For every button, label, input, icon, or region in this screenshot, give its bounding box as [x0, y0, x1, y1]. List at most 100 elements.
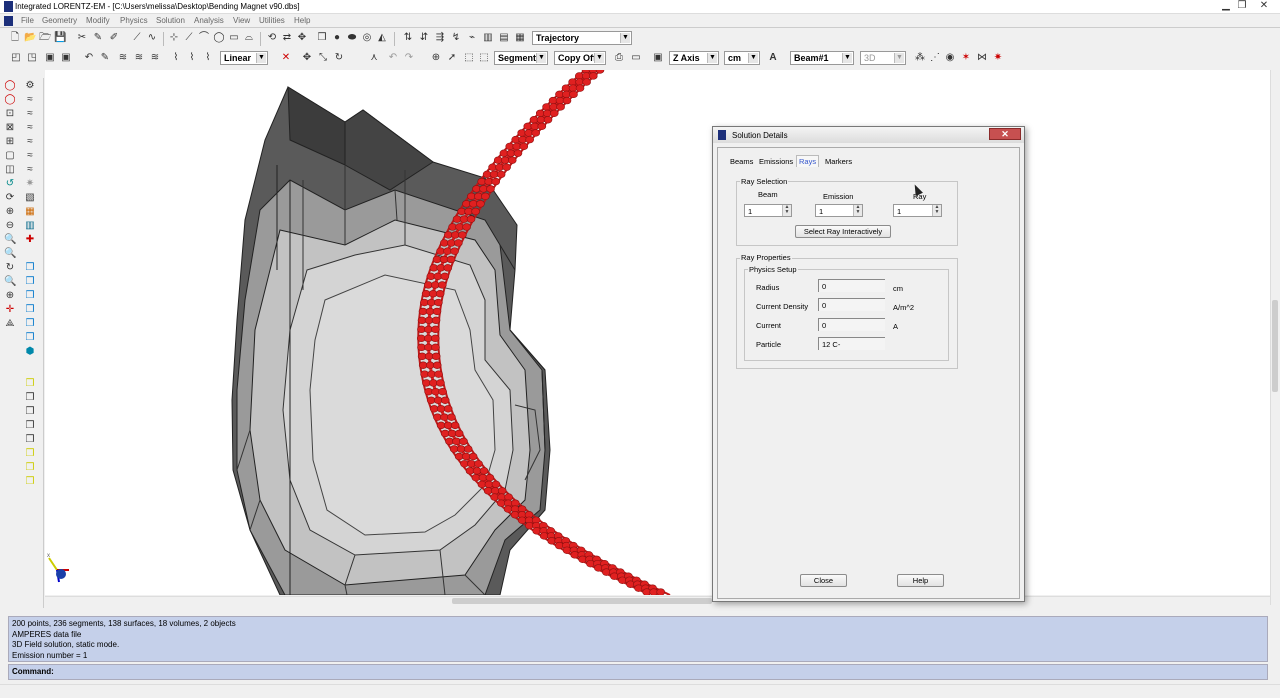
- spring-a-icon[interactable]: ≋: [117, 52, 129, 64]
- menu-view[interactable]: View: [233, 16, 250, 25]
- point-tool-icon[interactable]: ⊹: [168, 32, 180, 44]
- new-file-icon[interactable]: 🗋: [9, 32, 21, 44]
- save-icon[interactable]: 💾: [54, 32, 66, 44]
- tool-l3-icon[interactable]: ≈: [24, 108, 36, 120]
- tool-l6-icon[interactable]: ≈: [24, 150, 36, 162]
- fillet-tool-icon[interactable]: ⌓: [243, 32, 255, 44]
- rotate-3d-icon[interactable]: ⟳: [4, 192, 16, 204]
- menu-analysis[interactable]: Analysis: [194, 16, 224, 25]
- menu-solution[interactable]: Solution: [156, 16, 185, 25]
- axis-select[interactable]: Z Axis ▼: [669, 51, 719, 65]
- zoom-in-icon[interactable]: ⊕: [4, 206, 16, 218]
- menu-physics[interactable]: Physics: [120, 16, 148, 25]
- cube-l1-icon[interactable]: ❒: [24, 262, 36, 274]
- viewport-3d[interactable]: x: [45, 70, 1270, 595]
- close-icon[interactable]: ✕: [1256, 0, 1272, 12]
- tab-rays[interactable]: Rays: [796, 155, 820, 167]
- tab-markers[interactable]: Markers: [822, 155, 855, 168]
- select-region-icon[interactable]: ⬚: [463, 52, 475, 64]
- rect-tool-icon[interactable]: ▭: [228, 32, 240, 44]
- emission-stepper[interactable]: 1 ▲ ▼: [815, 204, 863, 217]
- node-icon[interactable]: ⋏: [368, 52, 380, 64]
- radius-field[interactable]: 0: [818, 279, 885, 292]
- tool-l1-icon[interactable]: ⚙: [24, 80, 36, 92]
- cube-l7-icon[interactable]: ⬢: [24, 346, 36, 358]
- stretch-icon[interactable]: ⤡: [317, 52, 329, 64]
- orbit-icon[interactable]: ↻: [4, 262, 16, 274]
- tool-l10-icon[interactable]: ▦: [24, 206, 36, 218]
- units-select[interactable]: cm ▼: [724, 51, 760, 65]
- rotate-icon[interactable]: ⟲: [266, 32, 278, 44]
- zoom-b-icon[interactable]: 🔍: [4, 248, 16, 260]
- table-icon[interactable]: ▤: [498, 32, 510, 44]
- beam-stepper[interactable]: 1 ▲ ▼: [744, 204, 792, 217]
- pencil-icon[interactable]: ✎: [92, 32, 104, 44]
- line-icon[interactable]: ⟋: [131, 32, 143, 44]
- text-icon[interactable]: A: [767, 52, 779, 64]
- calc-icon[interactable]: ▦: [514, 32, 526, 44]
- cube-l2-icon[interactable]: ❒: [24, 276, 36, 288]
- crosshair-icon[interactable]: ⊕: [4, 290, 16, 302]
- pan-icon[interactable]: ✥: [301, 52, 313, 64]
- arc-tool-icon[interactable]: ⌒: [198, 32, 210, 44]
- menu-help[interactable]: Help: [294, 16, 310, 25]
- ellipse-b-icon[interactable]: ◯: [4, 94, 16, 106]
- tool-l2-icon[interactable]: ≈: [24, 94, 36, 106]
- curve-icon[interactable]: ∿: [146, 32, 158, 44]
- shape-b-icon[interactable]: ▣: [60, 52, 72, 64]
- circle-tool-icon[interactable]: ◯: [213, 32, 225, 44]
- cube-l3-icon[interactable]: ❒: [24, 290, 36, 302]
- box-2-icon[interactable]: ❒: [24, 406, 36, 418]
- view3d-select[interactable]: 3D ▼: [860, 51, 906, 65]
- open-folder-icon[interactable]: 🗁: [39, 32, 51, 44]
- ellipse-icon[interactable]: ◯: [4, 80, 16, 92]
- box-y3-icon[interactable]: ❒: [24, 462, 36, 474]
- refresh-icon[interactable]: ↺: [4, 178, 16, 190]
- segment-select[interactable]: Segment ▼: [494, 51, 548, 65]
- particle-a-icon[interactable]: ✶: [960, 52, 972, 64]
- eye-icon[interactable]: ◉: [944, 52, 956, 64]
- rotate-view-icon[interactable]: ↻: [333, 52, 345, 64]
- copy-image-icon[interactable]: ▣: [652, 52, 664, 64]
- axis-tri-icon[interactable]: ⟁: [4, 318, 16, 330]
- redo-icon[interactable]: ↷: [403, 52, 415, 64]
- undo-curve-icon[interactable]: ↶: [83, 52, 95, 64]
- zoom-out-icon[interactable]: ⊖: [4, 220, 16, 232]
- graph-icon[interactable]: ▥: [482, 32, 494, 44]
- vertical-scroll-thumb[interactable]: [1272, 300, 1278, 392]
- view-select[interactable]: Trajectory ▼: [532, 31, 632, 45]
- layer-copy-icon[interactable]: ◳: [26, 52, 38, 64]
- sweep-c-icon[interactable]: ⌇: [202, 52, 214, 64]
- trajectory-icon[interactable]: ↯: [450, 32, 462, 44]
- zoom-window-icon[interactable]: ⊡: [4, 108, 16, 120]
- tool-l8-icon[interactable]: ✷: [24, 178, 36, 190]
- tab-emissions[interactable]: Emissions: [756, 155, 796, 168]
- particle-c-icon[interactable]: ✷: [992, 52, 1004, 64]
- ray-stepper[interactable]: 1 ▲ ▼: [893, 204, 942, 217]
- edit-icon[interactable]: ✐: [108, 32, 120, 44]
- plot-icon[interactable]: ⌁: [466, 32, 478, 44]
- sweep-b-icon[interactable]: ⌇: [186, 52, 198, 64]
- beam-select[interactable]: Beam#1 ▼: [790, 51, 854, 65]
- tab-beams[interactable]: Beams: [727, 155, 756, 168]
- particle-b-icon[interactable]: ⋈: [976, 52, 988, 64]
- vector-icon[interactable]: ⇅: [402, 32, 414, 44]
- help-button[interactable]: Help: [897, 574, 944, 587]
- spin-arrows-icon[interactable]: ▲ ▼: [782, 205, 791, 216]
- select-arrow-icon[interactable]: ➚: [446, 52, 458, 64]
- segment-tool-icon[interactable]: ⟋: [183, 32, 195, 44]
- zoom-a-icon[interactable]: 🔍: [4, 234, 16, 246]
- particle-field[interactable]: 12 C-: [818, 337, 885, 350]
- flux-icon[interactable]: ⇶: [434, 32, 446, 44]
- interp-select[interactable]: Linear ▼: [220, 51, 268, 65]
- spring-b-icon[interactable]: ≋: [133, 52, 145, 64]
- box-1-icon[interactable]: ❒: [24, 392, 36, 404]
- select-point-icon[interactable]: ⊕: [430, 52, 442, 64]
- menu-modify[interactable]: Modify: [86, 16, 110, 25]
- tool-l7-icon[interactable]: ≈: [24, 164, 36, 176]
- minimize-icon[interactable]: ▁: [1218, 0, 1234, 12]
- render-a-icon[interactable]: ⁂: [914, 52, 926, 64]
- sphere-icon[interactable]: ●: [331, 32, 343, 44]
- tool-l4-icon[interactable]: ≈: [24, 122, 36, 134]
- copy-select[interactable]: Copy Off ▼: [554, 51, 606, 65]
